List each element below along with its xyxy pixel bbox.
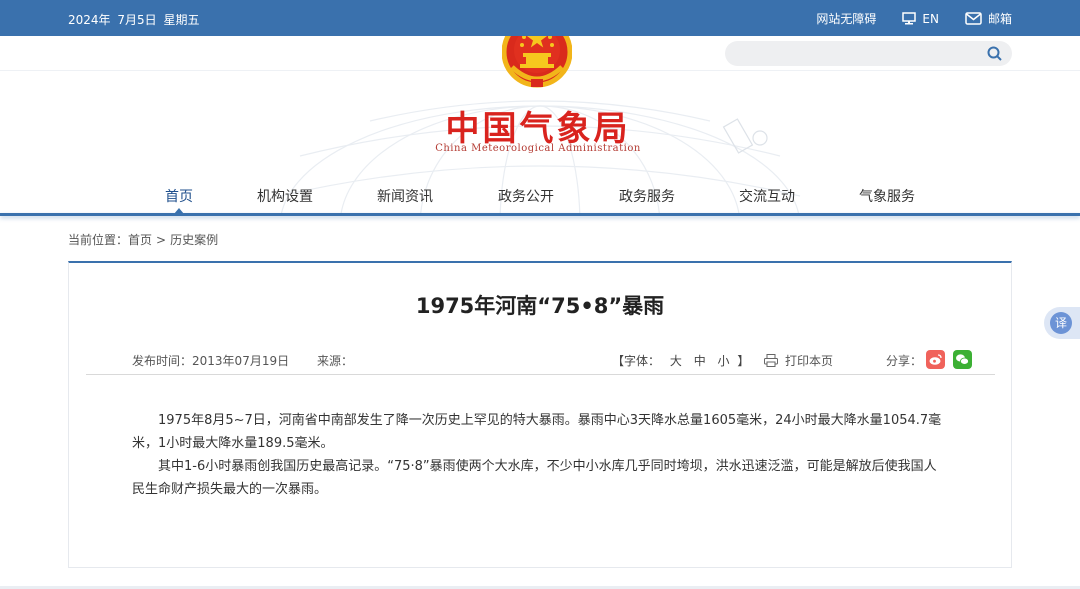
- site-subtitle: China Meteorological Administration: [435, 143, 641, 154]
- nav-item-organization[interactable]: 机构设置: [257, 186, 313, 206]
- publish-info: 发布时间：2013年07月19日: [132, 352, 289, 369]
- font-small-button[interactable]: 小: [718, 354, 730, 368]
- translate-button[interactable]: 译: [1044, 307, 1080, 339]
- article-title: 1975年河南“75•8”暴雨: [415, 294, 665, 318]
- breadcrumb: 当前位置：首页 > 历史案例: [68, 231, 222, 248]
- print-label: 打印本页: [785, 354, 834, 368]
- translate-icon: 译: [1050, 312, 1072, 334]
- publish-label: 发布时间：: [132, 354, 193, 368]
- top-bar: 2024年 7月5日 星期五 网站无障碍 EN 邮箱: [0, 0, 1080, 36]
- font-medium-button[interactable]: 中: [694, 354, 706, 368]
- nav-item-interaction[interactable]: 交流互动: [739, 186, 795, 206]
- article-paragraph: 其中1-6小时暴雨创我国历史最高记录。“75·8”暴雨使两个大水库，不少中小水库…: [132, 459, 937, 497]
- current-date: 2024年 7月5日 星期五: [68, 13, 200, 27]
- font-large-button[interactable]: 大: [670, 354, 682, 368]
- breadcrumb-current[interactable]: 历史案例: [170, 233, 218, 247]
- monitor-icon: [902, 12, 917, 25]
- search-icon[interactable]: [987, 46, 1002, 61]
- mail-link[interactable]: 邮箱: [965, 10, 1012, 27]
- nav-item-government-services[interactable]: 政务服务: [619, 186, 675, 206]
- article-paragraph: 1975年8月5~7日，河南省中南部发生了降一次历史上罕见的特大暴雨。暴雨中心3…: [132, 413, 942, 451]
- breadcrumb-home[interactable]: 首页: [128, 233, 152, 247]
- search-box[interactable]: [725, 41, 1012, 66]
- accessibility-link[interactable]: 网站无障碍: [816, 10, 876, 27]
- nav-item-government-affairs[interactable]: 政务公开: [498, 186, 554, 206]
- main-nav: 首页 机构设置 新闻资讯 政务公开 政务服务 交流互动 气象服务: [0, 186, 1080, 210]
- printer-icon: [764, 354, 778, 367]
- nav-item-home[interactable]: 首页: [165, 186, 193, 206]
- national-emblem-icon: [502, 36, 572, 88]
- meta-divider: [86, 374, 995, 375]
- font-close: 】: [737, 354, 750, 368]
- article-body: 1975年8月5~7日，河南省中南部发生了降一次历史上罕见的特大暴雨。暴雨中心3…: [132, 409, 948, 501]
- nav-underline: [0, 213, 1080, 216]
- nav-item-weather-services[interactable]: 气象服务: [859, 186, 915, 206]
- source-label: 来源：: [317, 354, 354, 368]
- mail-icon: [965, 12, 982, 25]
- breadcrumb-label: 当前位置：: [68, 233, 129, 247]
- publish-date: 2013年07月19日: [192, 354, 290, 368]
- print-button[interactable]: 打印本页: [764, 352, 833, 369]
- weibo-icon[interactable]: [926, 350, 945, 369]
- language-label: EN: [922, 11, 939, 26]
- wechat-icon[interactable]: [953, 350, 972, 369]
- font-size-control: 【字体： 大 中 小 】: [612, 352, 749, 369]
- top-links: 网站无障碍 EN 邮箱: [790, 10, 1012, 27]
- mail-label: 邮箱: [987, 12, 1012, 26]
- font-label: 【字体：: [612, 354, 661, 368]
- breadcrumb-separator: >: [156, 233, 167, 247]
- language-link[interactable]: EN: [902, 12, 939, 26]
- nav-item-news[interactable]: 新闻资讯: [377, 186, 433, 206]
- share-label: 分享：: [886, 354, 923, 368]
